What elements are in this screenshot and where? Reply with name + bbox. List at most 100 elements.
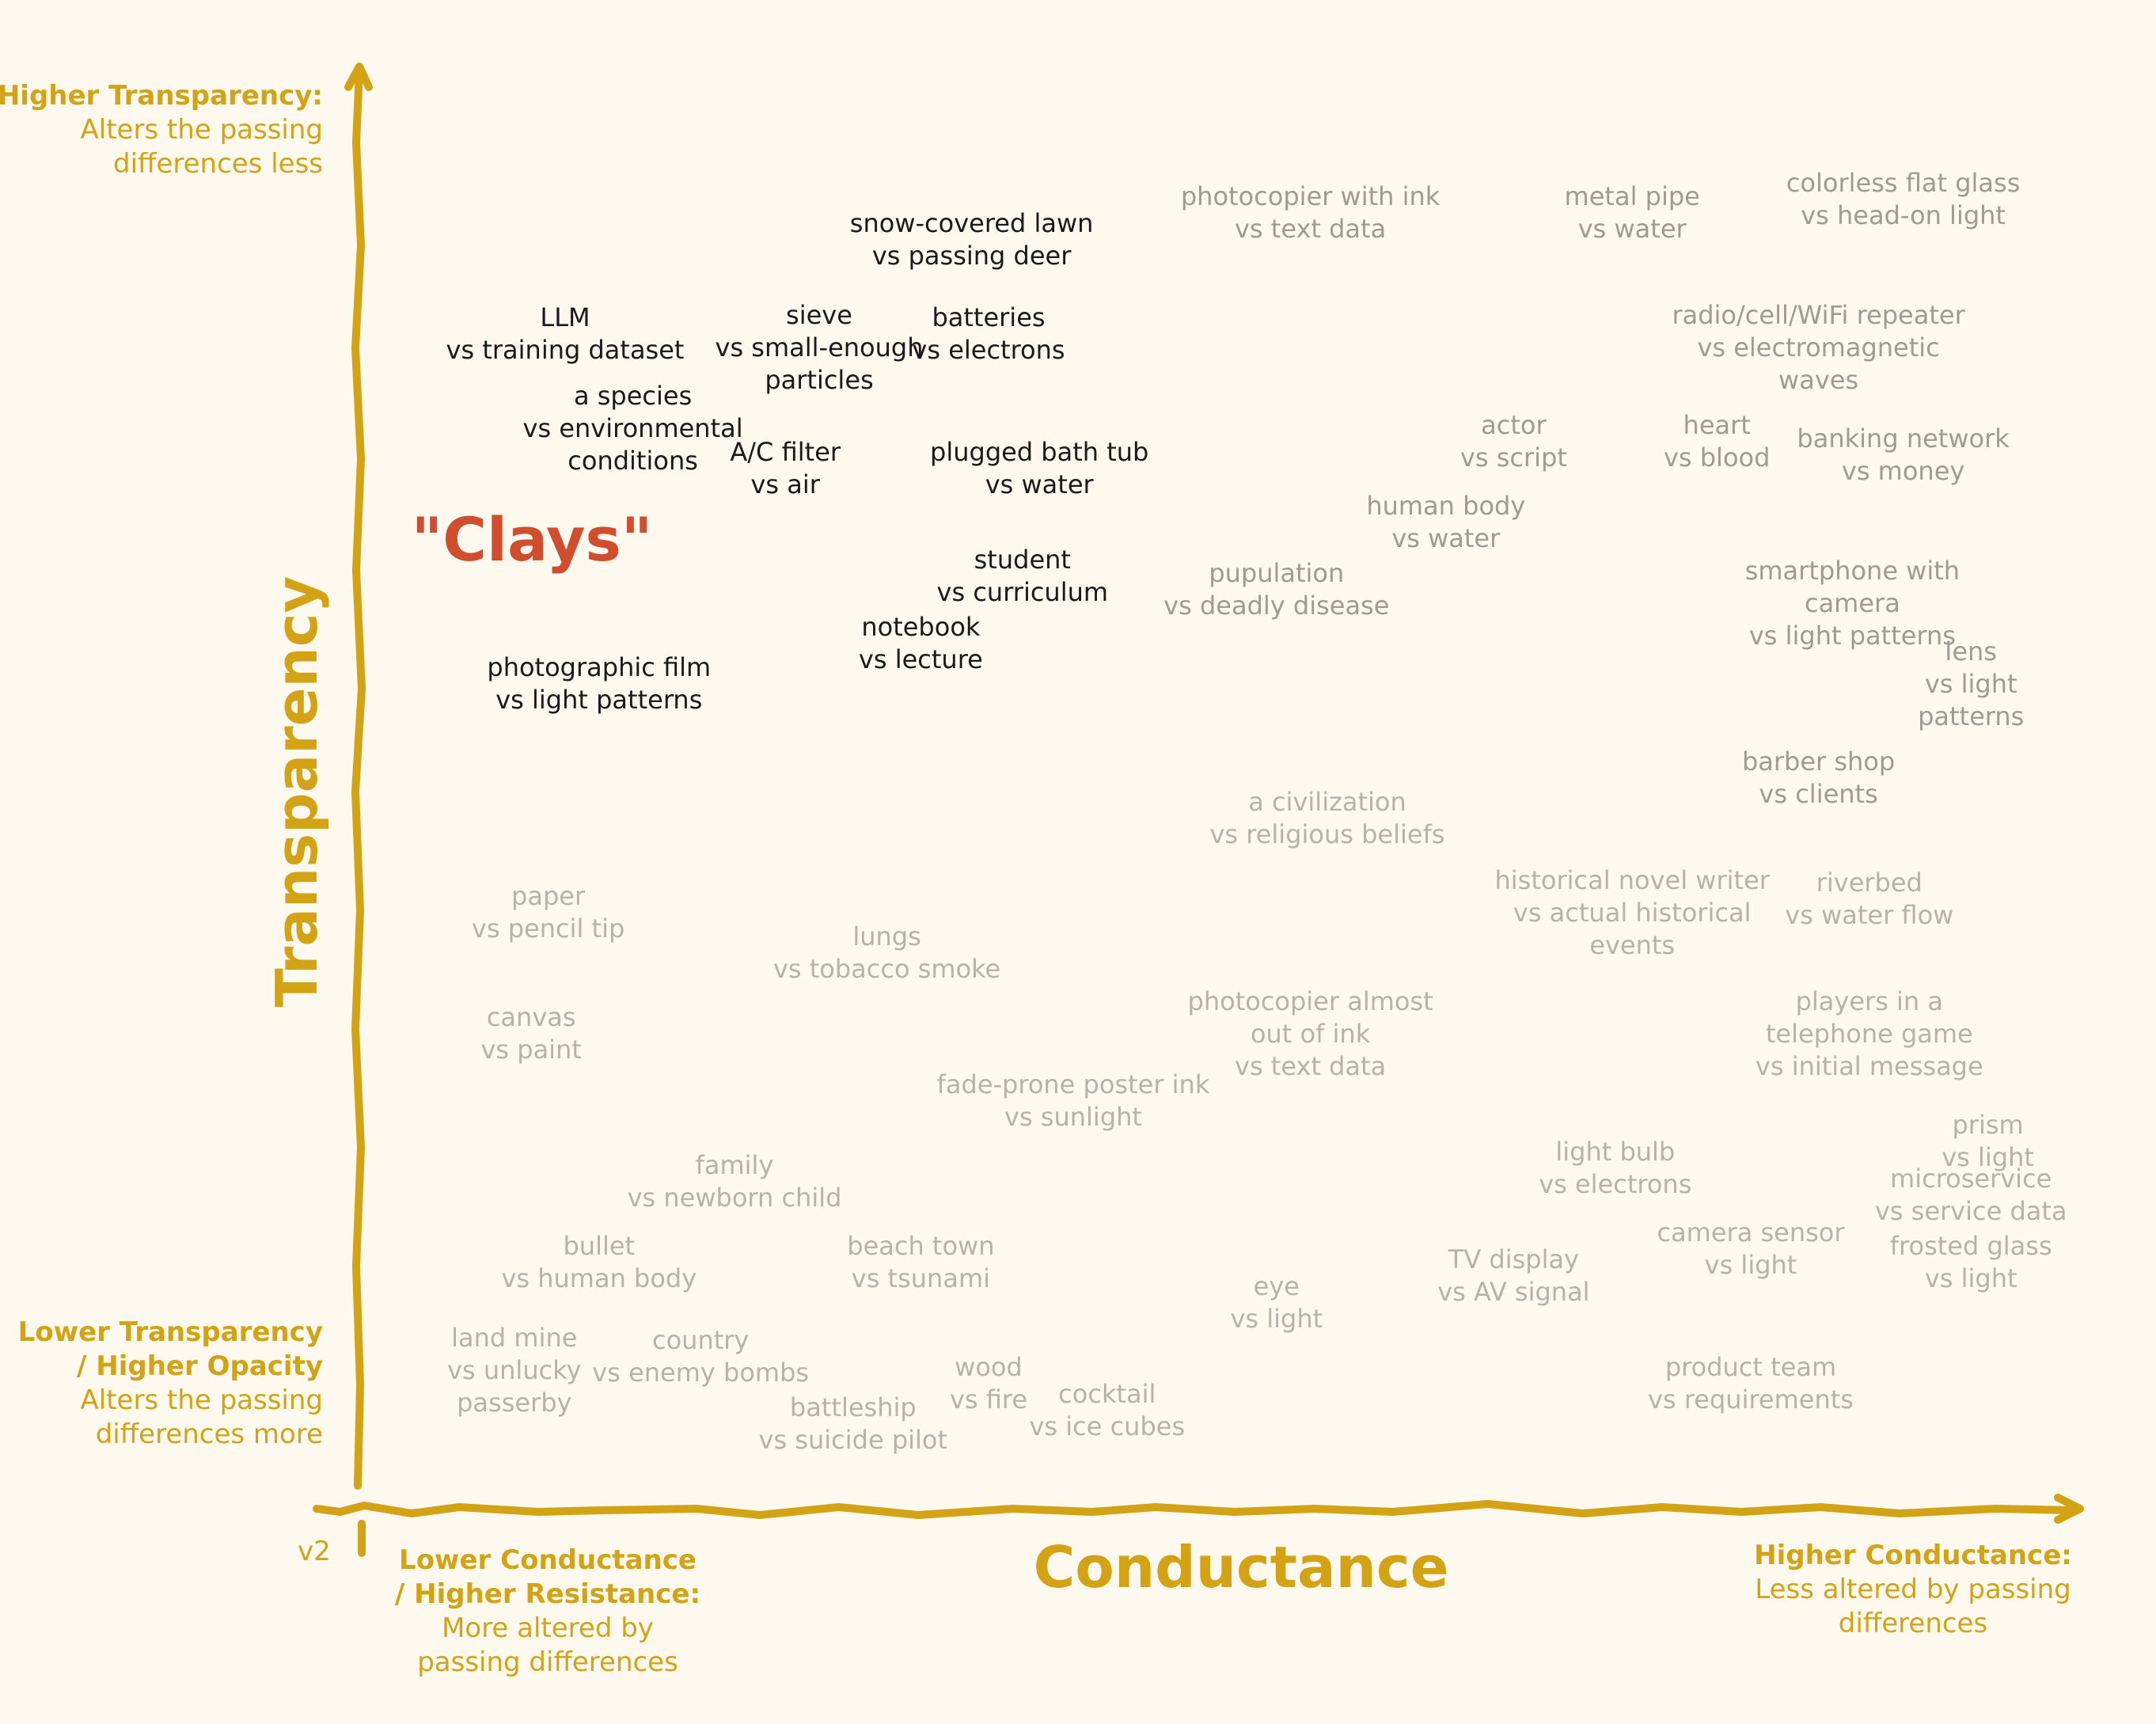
- point-label-line: vs paint: [480, 1035, 582, 1065]
- point-label: LLM vs training dataset: [446, 302, 685, 366]
- point-label-line: vs suicide pilot: [758, 1425, 948, 1455]
- x-low-line: passing differences: [417, 1646, 678, 1678]
- point-label: canvas vs paint: [480, 1001, 581, 1066]
- point-label-line: land mine: [451, 1322, 578, 1353]
- point-label: microservice vs service data: [1875, 1163, 2067, 1228]
- point-label: cocktail vs ice cubes: [1029, 1378, 1185, 1443]
- point-label-line: camera sensor: [1657, 1217, 1845, 1247]
- point-label: frosted glass vs light: [1890, 1230, 2052, 1295]
- point-label-line: heart: [1683, 410, 1751, 440]
- y-high-heading: Higher Transparency:: [0, 80, 323, 112]
- point-label-line: light bulb: [1555, 1137, 1676, 1167]
- point-label: riverbed vs water flow: [1785, 867, 1953, 932]
- point-label-line: lungs: [852, 921, 921, 951]
- point-label-line: bullet: [563, 1231, 636, 1261]
- point-label-line: vs money: [1841, 456, 1965, 486]
- point-label: photocopier with ink vs text data: [1181, 180, 1440, 245]
- point-label-line: waves: [1778, 364, 1859, 395]
- point-label-line: microservice: [1890, 1164, 2052, 1194]
- point-label-line: photocopier almost: [1187, 985, 1433, 1016]
- point-label: light bulb vs electrons: [1539, 1136, 1691, 1201]
- version-label: v2: [298, 1536, 331, 1567]
- point-label-line: events: [1589, 929, 1676, 960]
- x-low-line: More altered by: [442, 1612, 654, 1644]
- point-label-line: riverbed: [1816, 868, 1923, 898]
- point-label-line: student: [974, 545, 1071, 575]
- point-label-line: battleship: [789, 1392, 917, 1422]
- point-label: metal pipe vs water: [1565, 180, 1700, 245]
- point-label-line: players in a: [1795, 985, 1943, 1016]
- y-high-note: Higher Transparency: Alters the passing …: [0, 79, 323, 181]
- point-label: players in a telephone game vs initial mes…: [1756, 985, 1983, 1083]
- point-label-line: vs air: [750, 469, 820, 499]
- point-label: wood vs fire: [950, 1351, 1027, 1416]
- point-label-line: vs curriculum: [936, 577, 1109, 607]
- point-label: bullet vs human body: [501, 1230, 697, 1295]
- y-axis-title: Transparency: [264, 575, 330, 1008]
- point-label: lungs vs tobacco smoke: [773, 921, 1000, 985]
- x-axis-title: Conductance: [1033, 1534, 1449, 1601]
- point-label-line: vs tobacco smoke: [772, 954, 1001, 984]
- point-label: product team vs requirements: [1648, 1351, 1854, 1416]
- x-axis-line: [313, 1500, 2078, 1519]
- point-label-line: vs sunlight: [1004, 1102, 1142, 1132]
- y-low-note: Lower Transparency / Higher Opacity Alte…: [18, 1316, 323, 1452]
- point-label-line: wood: [955, 1352, 1023, 1382]
- point-label-line: vs training dataset: [446, 335, 685, 365]
- point-label-line: vs lecture: [858, 644, 983, 674]
- point-label: country vs enemy bombs: [592, 1324, 809, 1389]
- point-label: radio/cell/WiFi repeater vs electromagnet…: [1672, 299, 1964, 397]
- x-high-line: differences: [1838, 1608, 1988, 1639]
- point-label: lens vs light patterns: [1918, 636, 2024, 733]
- point-label-line: A/C filter: [730, 437, 841, 467]
- point-label-line: lens: [1945, 636, 1997, 666]
- point-label-line: vs light: [1924, 1263, 2017, 1293]
- point-label-line: frosted glass: [1889, 1231, 2052, 1261]
- point-label-line: prism: [1952, 1110, 2024, 1140]
- y-low-line: Alters the passing: [80, 1384, 323, 1416]
- point-label-line: vs religious beliefs: [1209, 819, 1445, 849]
- point-label-line: vs script: [1459, 442, 1567, 473]
- point-label: human body vs water: [1366, 490, 1525, 555]
- x-low-heading: Lower Conductance: [399, 1544, 697, 1576]
- point-label-line: vs light patterns: [495, 685, 703, 715]
- point-label: camera sensor vs light: [1657, 1217, 1844, 1282]
- x-high-line: Less altered by passing: [1755, 1574, 2071, 1605]
- x-low-heading: / Higher Resistance:: [394, 1578, 701, 1610]
- point-label: colorless flat glass vs head-on light: [1786, 167, 2021, 232]
- point-label-line: barber shop: [1741, 746, 1896, 777]
- y-low-heading: Lower Transparency: [17, 1316, 323, 1348]
- point-label-line: historical novel writer: [1494, 864, 1770, 895]
- point-label: eye vs light: [1230, 1270, 1323, 1335]
- point-label-line: eye: [1253, 1271, 1300, 1301]
- point-label: land mine vs unlucky passerby: [447, 1322, 581, 1419]
- point-label-line: vs fire: [949, 1384, 1028, 1415]
- point-label-line: vs pencil tip: [471, 913, 625, 944]
- point-label-line: passerby: [457, 1387, 572, 1418]
- point-label-line: conditions: [567, 445, 698, 476]
- point-label: TV display vs AV signal: [1437, 1244, 1589, 1308]
- point-label-line: TV display: [1448, 1244, 1579, 1274]
- point-label-line: vs water flow: [1785, 900, 1954, 930]
- point-label-line: out of ink: [1250, 1018, 1371, 1049]
- point-label-line: vs passing deer: [871, 241, 1072, 271]
- point-label-line: vs water: [985, 469, 1094, 499]
- x-low-note: Lower Conductance / Higher Resistance: M…: [395, 1544, 700, 1680]
- point-label-line: vs text data: [1234, 214, 1387, 244]
- point-label-line: notebook: [861, 612, 981, 642]
- point-label-line: smartphone with: [1744, 555, 1961, 586]
- point-label-line: radio/cell/WiFi repeater: [1672, 299, 1965, 330]
- point-label-line: vs head-on light: [1801, 200, 2006, 230]
- point-label-line: sieve: [786, 299, 852, 330]
- point-label: fade-prone poster ink vs sunlight: [937, 1069, 1210, 1134]
- point-label-line: vs clients: [1759, 779, 1878, 809]
- point-label-line: vs newborn child: [627, 1183, 842, 1213]
- point-label: notebook vs lecture: [859, 611, 983, 676]
- point-label-line: product team: [1664, 1352, 1837, 1382]
- point-label-line: paper: [511, 881, 586, 911]
- point-label-line: vs enemy bombs: [592, 1358, 810, 1388]
- point-label-line: metal pipe: [1564, 181, 1700, 211]
- point-label-line: vs electrons: [1539, 1169, 1692, 1199]
- point-label-line: vs AV signal: [1437, 1277, 1590, 1307]
- point-label: a species vs environmental conditions: [523, 380, 743, 477]
